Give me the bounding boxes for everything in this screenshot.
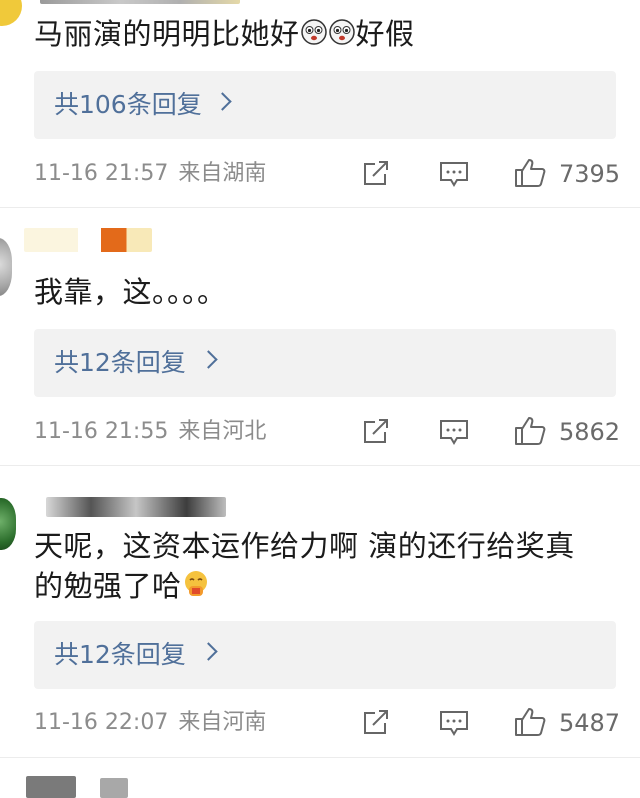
like-count: 5862 <box>559 418 621 446</box>
chevron-right-icon <box>199 350 218 369</box>
comment-meta: 11-16 21:55 来自河北 <box>34 417 276 447</box>
thumbs-up-icon[interactable] <box>514 158 546 188</box>
replies-link[interactable]: 共106条回复 <box>34 71 616 139</box>
divider <box>0 465 640 466</box>
username-redacted[interactable] <box>26 776 76 798</box>
replies-link[interactable]: 共12条回复 <box>34 329 616 397</box>
comment-icon[interactable] <box>439 160 469 188</box>
comment-time: 11-16 21:57 <box>34 161 169 186</box>
comment-text-tail: 好假 <box>355 17 415 51</box>
comment-location: 来自湖南 <box>178 161 267 186</box>
replies-label: 共12条回复 <box>54 640 186 669</box>
divider <box>0 757 640 758</box>
share-icon[interactable] <box>361 709 391 737</box>
hand-over-mouth-icon <box>182 568 210 608</box>
avatar[interactable] <box>0 0 22 26</box>
thumbs-up-icon[interactable] <box>514 416 546 446</box>
comment-meta: 11-16 22:07 来自河南 <box>34 708 276 738</box>
comment-icon[interactable] <box>439 709 469 737</box>
crying-face-icon <box>300 16 328 56</box>
comment-text-line2: 的勉强了哈 <box>34 569 182 603</box>
thumbs-up-icon[interactable] <box>514 707 546 737</box>
username-redacted[interactable] <box>40 0 240 4</box>
comment-text: 天呢，这资本运作给力啊 演的还行给奖真 的勉强了哈 <box>34 526 575 608</box>
like-count: 7395 <box>559 160 621 188</box>
share-icon[interactable] <box>361 418 391 446</box>
comment-time: 11-16 21:55 <box>34 419 169 444</box>
divider <box>0 207 640 208</box>
chevron-right-icon <box>213 92 232 111</box>
replies-link[interactable]: 共12条回复 <box>34 621 616 689</box>
replies-label: 共12条回复 <box>54 348 186 377</box>
comment-text: 马丽演的明明比她好 好假 <box>34 14 415 56</box>
avatar[interactable] <box>0 238 12 296</box>
avatar[interactable] <box>0 498 16 550</box>
comment-meta: 11-16 21:57 来自湖南 <box>34 159 276 189</box>
comment-time: 11-16 22:07 <box>34 710 169 735</box>
share-icon[interactable] <box>361 160 391 188</box>
crying-face-icon <box>328 16 356 56</box>
comment-icon[interactable] <box>439 418 469 446</box>
replies-label: 共106条回复 <box>54 90 202 119</box>
like-count: 5487 <box>559 709 621 737</box>
username-redacted[interactable] <box>100 778 128 798</box>
comment-location: 来自河南 <box>178 710 267 735</box>
username-redacted[interactable] <box>46 497 226 517</box>
comment-location: 来自河北 <box>178 419 267 444</box>
comment-text: 我靠，这。。。。 <box>34 275 227 309</box>
chevron-right-icon <box>199 642 218 661</box>
username-redacted[interactable] <box>24 228 152 252</box>
comment-text-line: 的勉强了哈 <box>34 566 575 608</box>
comment-text-main: 马丽演的明明比她好 <box>34 17 300 51</box>
comment-text-line: 天呢，这资本运作给力啊 演的还行给奖真 <box>34 529 575 563</box>
